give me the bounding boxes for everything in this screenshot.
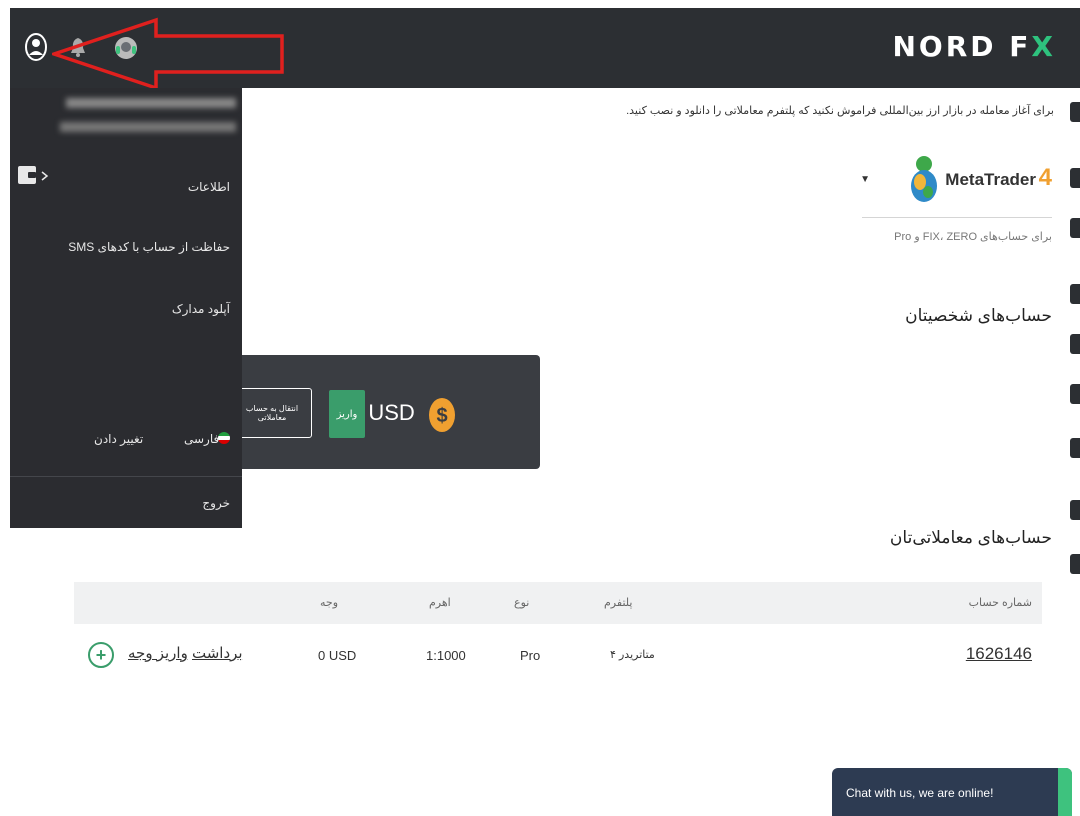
wallet-icon[interactable]	[18, 166, 52, 191]
table-row: 1626146 متاتریدر ۴ Pro 1:1000 0 USD بردا…	[74, 624, 1042, 694]
add-icon[interactable]: +	[88, 642, 114, 668]
right-icon-strip	[1066, 88, 1080, 608]
logo-accent: X	[1031, 30, 1056, 63]
menu-item-upload-documents[interactable]: آپلود مدارک	[172, 302, 230, 316]
account-number-link[interactable]: 1626146	[966, 644, 1032, 664]
menu-divider	[10, 476, 242, 477]
account-platform: متاتریدر ۴	[610, 649, 655, 661]
menu-item-info[interactable]: اطلاعات	[188, 180, 230, 194]
column-account: شماره حساب	[968, 597, 1032, 609]
dollar-icon: $	[429, 398, 455, 432]
account-funds: 0 USD	[318, 648, 357, 663]
live-chat-widget[interactable]: Chat with us, we are online!	[832, 768, 1072, 816]
deposit-button[interactable]: واریز	[329, 390, 365, 438]
chat-online-indicator	[1058, 768, 1072, 816]
withdraw-link[interactable]: برداشت	[192, 644, 243, 662]
personal-accounts-heading: حساب‌های شخصیتان	[905, 306, 1052, 325]
nordfx-logo[interactable]: NORD FX	[892, 30, 1056, 63]
email-redacted	[60, 122, 236, 132]
svg-text:$: $	[436, 405, 447, 427]
chevron-down-icon[interactable]: ▼	[860, 174, 870, 185]
account-leverage: 1:1000	[426, 648, 466, 663]
platform-version: 4	[1038, 164, 1052, 191]
platform-intro-text: برای آغاز معامله در بازار ارز بین‌المللی…	[626, 105, 1054, 117]
column-platform: پلتفرم	[604, 597, 633, 609]
chat-label: Chat with us, we are online!	[846, 786, 994, 800]
trading-accounts-table: شماره حساب پلتفرم نوع اهرم وجه 1626146 م…	[74, 582, 1042, 694]
language-name: فارسی	[184, 432, 220, 446]
support-icon[interactable]	[114, 34, 138, 67]
menu-item-sms-protection[interactable]: حفاظت از حساب با کدهای SMS	[68, 240, 230, 254]
column-type: نوع	[514, 597, 530, 609]
change-language-link[interactable]: تغییر دادن	[94, 432, 143, 446]
metatrader-icon	[911, 156, 937, 202]
platform-subtitle: برای حساب‌های FIX، ZERO و Pro	[894, 231, 1052, 243]
column-leverage: اهرم	[429, 597, 451, 609]
top-bar: NORD FX	[10, 8, 1080, 88]
logout-button[interactable]: خروج	[202, 496, 230, 510]
transfer-to-trading-button[interactable]: انتقال به حساب معاملاتی	[232, 388, 312, 438]
column-funds: وجه	[320, 597, 339, 609]
platform-selector[interactable]: MetaTrader 4	[862, 154, 1052, 218]
account-type: Pro	[520, 648, 541, 663]
username-redacted	[66, 98, 236, 108]
table-header: شماره حساب پلتفرم نوع اهرم وجه	[74, 582, 1042, 624]
iran-flag-icon	[218, 432, 230, 444]
platform-name: MetaTrader	[945, 170, 1036, 189]
logo-text: NORD F	[892, 30, 1032, 63]
trading-accounts-heading: حساب‌های معاملاتی‌تان	[889, 528, 1052, 547]
user-icon[interactable]	[24, 32, 48, 67]
user-dropdown-menu: اطلاعات حفاظت از حساب با کدهای SMS آپلود…	[10, 88, 242, 528]
bell-icon[interactable]	[70, 36, 86, 63]
deposit-funds-link[interactable]: واریز وجه	[128, 644, 188, 662]
